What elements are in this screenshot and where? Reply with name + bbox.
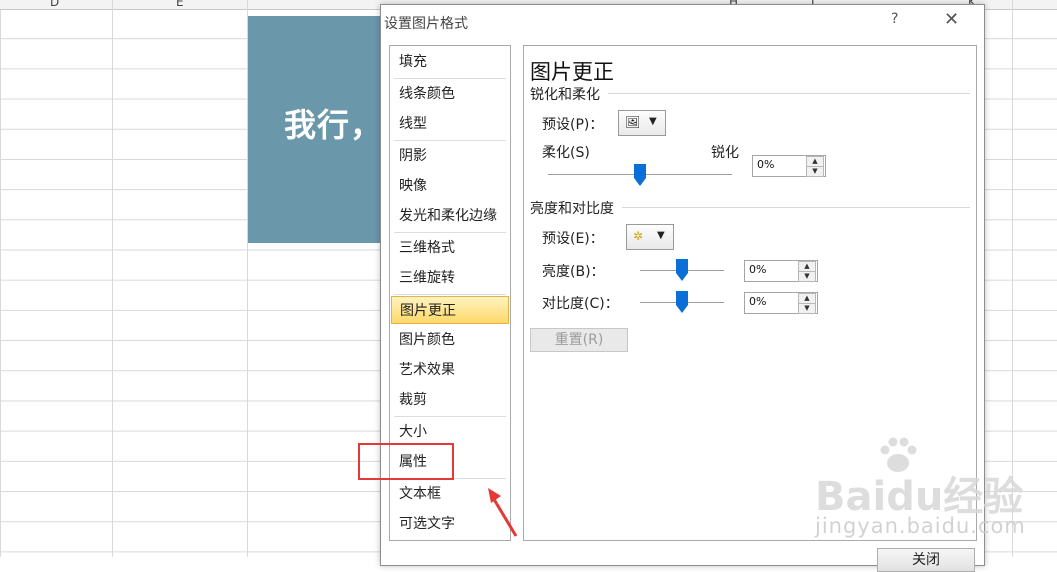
contrast-value-stepper[interactable]: 0% ▲ ▼ bbox=[744, 292, 818, 314]
nav-item-fill[interactable]: 填充 bbox=[391, 48, 509, 76]
spin-down-icon[interactable]: ▼ bbox=[798, 271, 816, 282]
spin-down-icon[interactable]: ▼ bbox=[806, 166, 824, 177]
nav-separator bbox=[394, 294, 506, 295]
close-icon[interactable]: ✕ bbox=[944, 9, 959, 30]
brightness-label: 亮度(B)： bbox=[542, 264, 605, 280]
nav-item-line-color[interactable]: 线条颜色 bbox=[391, 80, 509, 108]
nav-item-reflection[interactable]: 映像 bbox=[391, 172, 509, 200]
soften-label: 柔化(S) bbox=[542, 145, 590, 161]
column-divider bbox=[112, 0, 113, 557]
sharpen-value: 0% bbox=[757, 158, 775, 171]
highlight-box bbox=[358, 443, 454, 480]
picture-preset-icon: 🖼 bbox=[625, 115, 641, 129]
section-rule bbox=[622, 207, 970, 208]
nav-item-picture-color[interactable]: 图片颜色 bbox=[391, 326, 509, 354]
spin-down-icon[interactable]: ▼ bbox=[798, 303, 816, 314]
sharpen-value-stepper[interactable]: 0% ▲ ▼ bbox=[752, 155, 826, 177]
nav-item-crop[interactable]: 裁剪 bbox=[391, 386, 509, 414]
nav-separator bbox=[394, 416, 506, 417]
section-rule bbox=[608, 93, 970, 94]
annotation-arrow-icon bbox=[488, 488, 518, 537]
sharpen-preset-dropdown[interactable]: 🖼 ▼ bbox=[618, 110, 666, 136]
nav-item-shadow[interactable]: 阴影 bbox=[391, 142, 509, 170]
sharpen-label: 锐化 bbox=[711, 145, 739, 161]
nav-item-glow-soft-edges[interactable]: 发光和柔化边缘 bbox=[391, 202, 509, 230]
chevron-down-icon: ▼ bbox=[649, 116, 657, 127]
close-button[interactable]: 关闭 bbox=[877, 548, 975, 572]
nav-separator bbox=[394, 140, 506, 141]
column-header-e[interactable]: E bbox=[176, 0, 184, 9]
dialog-title: 设置图片格式 bbox=[384, 16, 468, 32]
nav-item-size[interactable]: 大小 bbox=[391, 418, 509, 446]
nav-separator bbox=[394, 78, 506, 79]
dialog-titlebar[interactable]: 设置图片格式 ? ✕ bbox=[381, 5, 984, 37]
reset-button[interactable]: 重置(R) bbox=[530, 328, 628, 352]
nav-item-line-style[interactable]: 线型 bbox=[391, 110, 509, 138]
sharpen-soften-heading: 锐化和柔化 bbox=[530, 87, 600, 103]
column-header-d[interactable]: D bbox=[50, 0, 59, 9]
brightness-contrast-heading: 亮度和对比度 bbox=[530, 201, 614, 217]
nav-item-3d-rotation[interactable]: 三维旋转 bbox=[391, 264, 509, 292]
picture-text: 我行， bbox=[284, 106, 384, 144]
help-button[interactable]: ? bbox=[891, 11, 898, 27]
nav-item-3d-format[interactable]: 三维格式 bbox=[391, 234, 509, 262]
sun-icon: ✲ bbox=[633, 229, 644, 243]
contrast-label: 对比度(C)： bbox=[542, 296, 619, 312]
brightness-preset-label: 预设(E)： bbox=[542, 231, 604, 247]
brightness-slider-thumb[interactable] bbox=[676, 259, 688, 281]
watermark-url: jingyan.baidu.com bbox=[815, 514, 1026, 538]
brightness-value-stepper[interactable]: 0% ▲ ▼ bbox=[744, 260, 818, 282]
contrast-slider-thumb[interactable] bbox=[676, 291, 688, 313]
sharpen-slider-thumb[interactable] bbox=[634, 164, 646, 186]
chevron-down-icon: ▼ bbox=[657, 230, 665, 241]
brightness-value: 0% bbox=[749, 263, 767, 276]
contrast-value: 0% bbox=[749, 295, 767, 308]
nav-item-artistic-effects[interactable]: 艺术效果 bbox=[391, 356, 509, 384]
brightness-preset-dropdown[interactable]: ✲ ▼ bbox=[626, 224, 674, 250]
nav-item-picture-corrections[interactable]: 图片更正 bbox=[391, 296, 509, 324]
panel-title: 图片更正 bbox=[530, 60, 614, 84]
nav-separator bbox=[394, 232, 506, 233]
sharpen-preset-label: 预设(P)： bbox=[542, 117, 604, 133]
